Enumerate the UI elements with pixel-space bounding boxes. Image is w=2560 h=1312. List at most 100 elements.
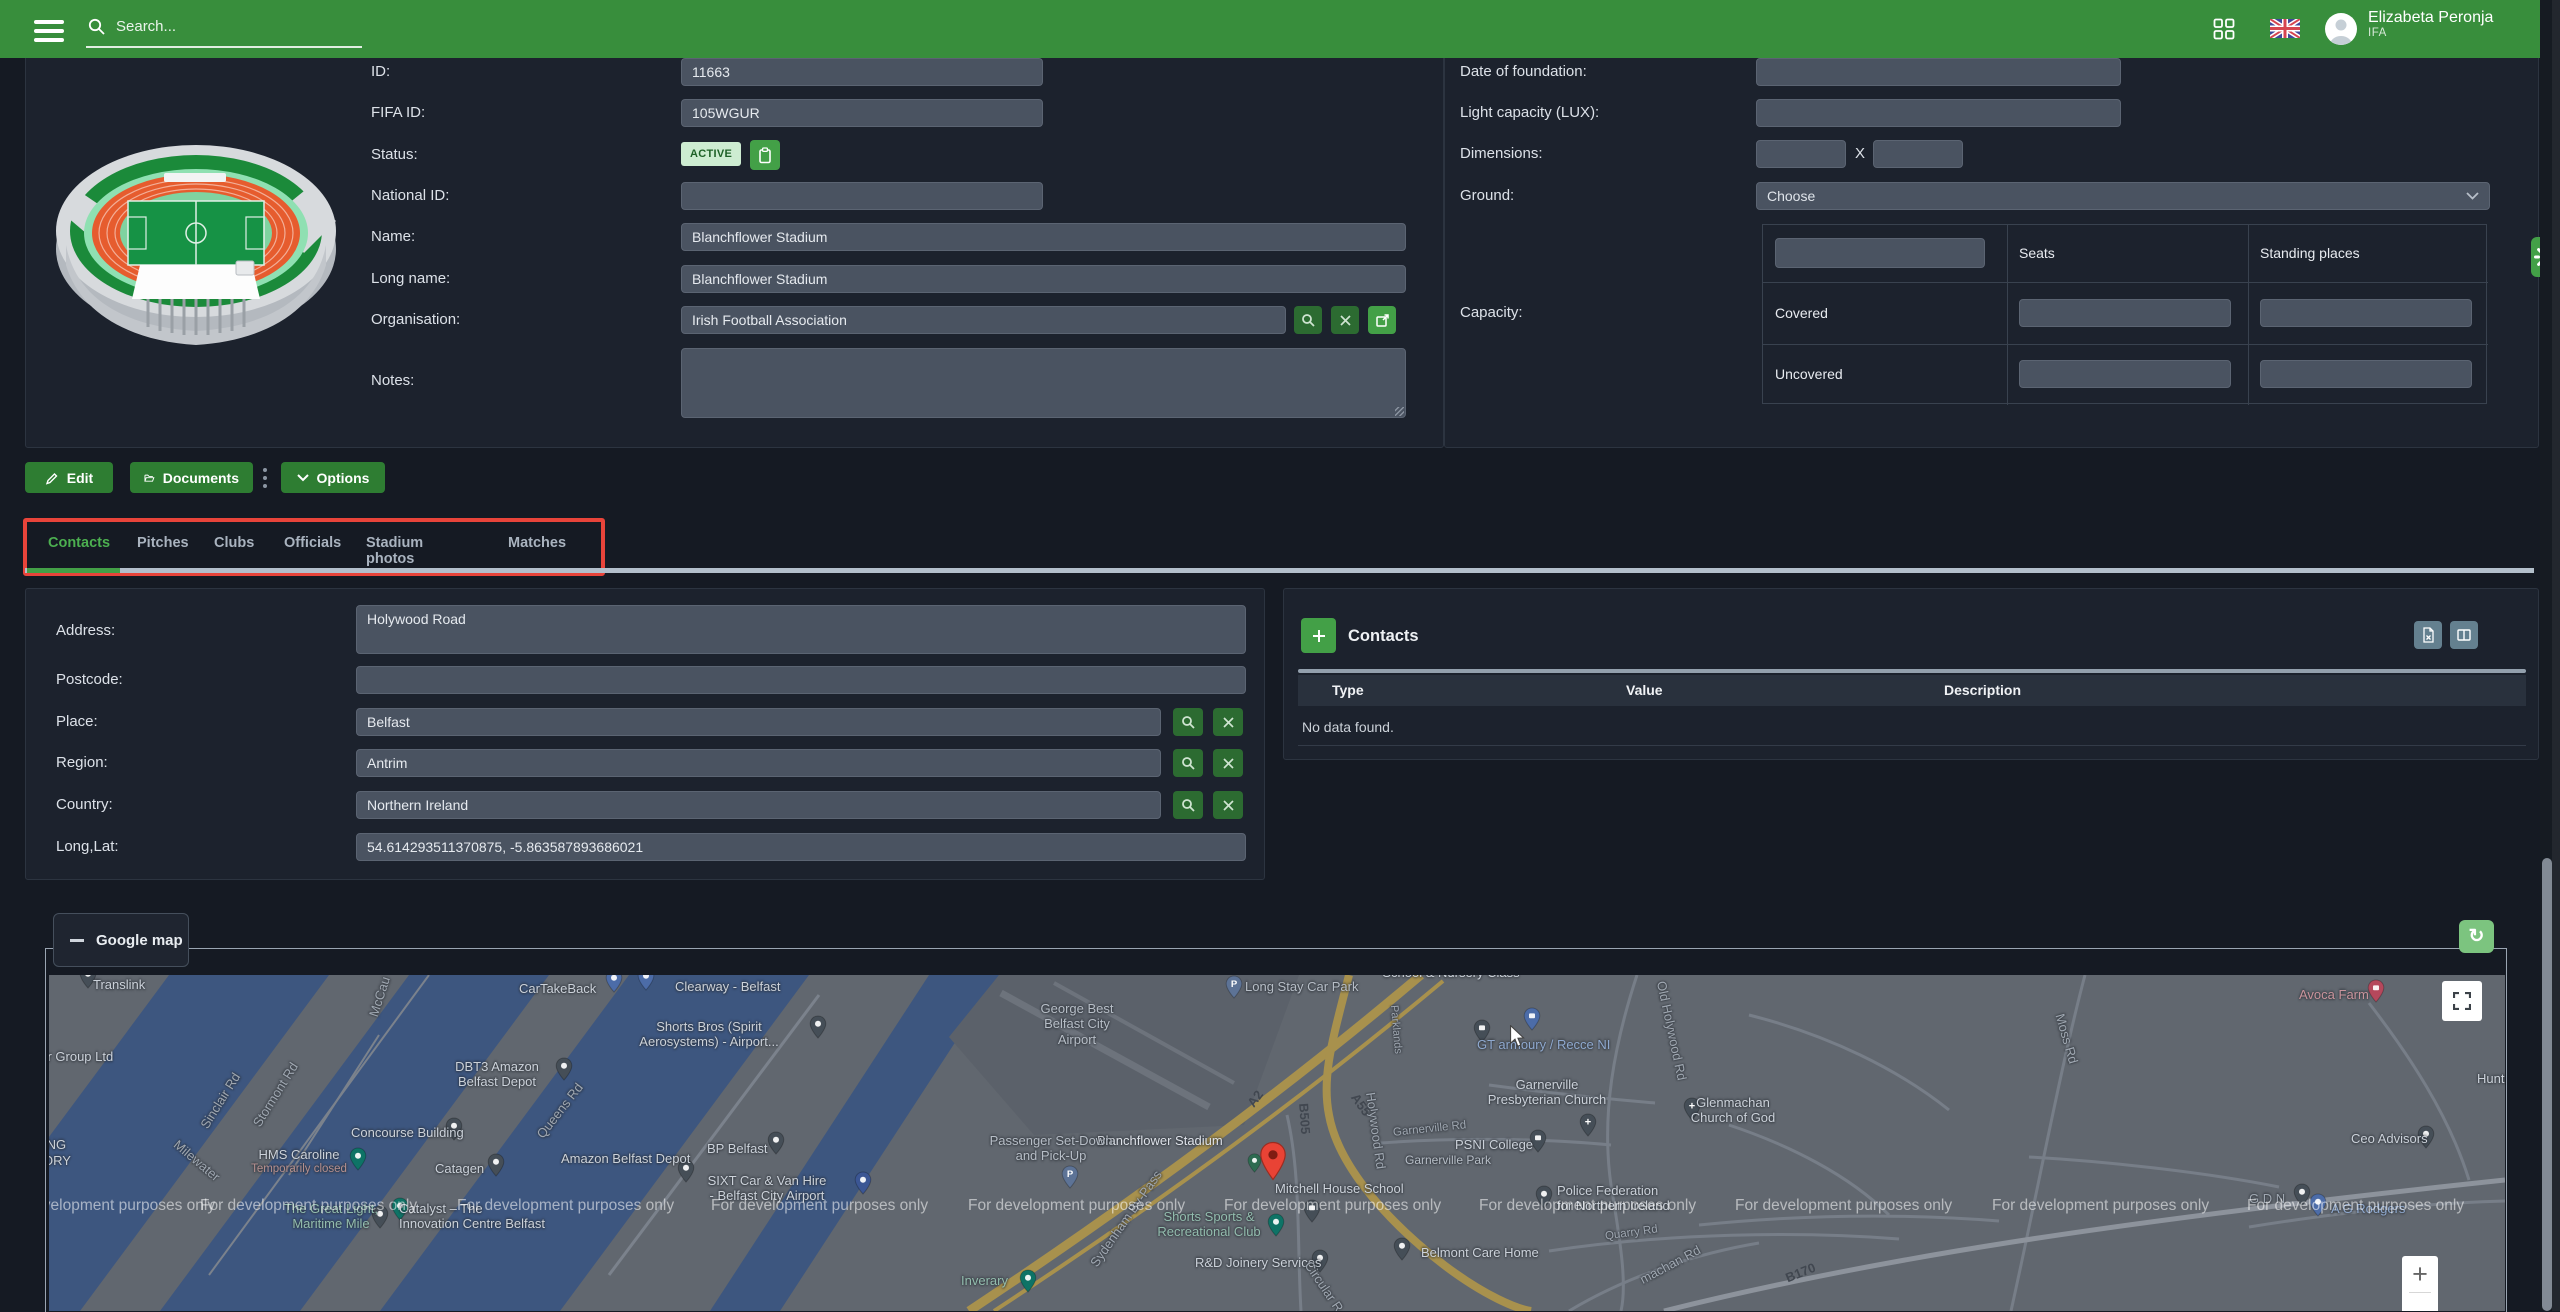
contacts-table-header: TypeValueDescription xyxy=(1298,675,2526,706)
dimensions-width-field[interactable] xyxy=(1756,140,1846,168)
uncovered-standing-field[interactable] xyxy=(2260,360,2472,388)
zoom-in-button[interactable]: + xyxy=(2402,1256,2438,1311)
apps-grid-icon xyxy=(2213,18,2235,40)
light-capacity-field[interactable] xyxy=(1756,99,2121,127)
search-icon xyxy=(1181,798,1195,812)
google-map[interactable]: P++P Translinkber Group LtdSinclair RdSt… xyxy=(49,975,2505,1311)
user-name[interactable]: Elizabeta Peronja xyxy=(2368,9,2493,27)
id-field[interactable] xyxy=(681,58,1043,86)
long-name-field[interactable] xyxy=(681,265,1406,293)
top-navbar: Search... Elizabeta Peronja IFA xyxy=(0,0,2560,58)
map-watermark: For development purposes only xyxy=(200,1197,417,1215)
person-icon xyxy=(2325,13,2357,45)
scrollbar-thumb[interactable] xyxy=(2542,858,2552,1311)
region-clear-button[interactable] xyxy=(1213,749,1243,777)
stadium-details-panel: ID: FIFA ID: Status: ACTIVE National ID:… xyxy=(25,28,1444,448)
close-icon xyxy=(1223,800,1234,811)
notes-field[interactable] xyxy=(681,348,1406,418)
map-watermark: For development purposes only xyxy=(2247,1197,2464,1215)
close-icon xyxy=(1223,758,1234,769)
status-label: Status: xyxy=(371,141,418,169)
add-contact-button[interactable] xyxy=(1301,618,1336,653)
fullscreen-button[interactable] xyxy=(2442,981,2482,1021)
search-box[interactable]: Search... xyxy=(86,10,362,48)
map-watermark: For development purposes only xyxy=(457,1197,674,1215)
uk-flag-icon xyxy=(2270,19,2300,38)
national-id-label: National ID: xyxy=(371,182,449,210)
export-excel-button[interactable] xyxy=(2414,621,2442,649)
kebab-menu[interactable] xyxy=(259,465,271,491)
foundation-field[interactable] xyxy=(1756,58,2121,86)
map-legend[interactable]: Google map xyxy=(53,913,189,967)
options-button[interactable]: Options xyxy=(281,462,385,493)
plus-icon xyxy=(1311,628,1327,644)
long-name-label: Long name: xyxy=(371,265,450,293)
tab-underline-active xyxy=(27,568,120,573)
place-field[interactable] xyxy=(356,708,1161,736)
language-flag-button[interactable] xyxy=(2270,19,2300,43)
longlat-field[interactable] xyxy=(356,833,1246,861)
fifa-id-field[interactable] xyxy=(681,99,1043,127)
uncovered-seats-field[interactable] xyxy=(2019,360,2231,388)
search-input[interactable]: Search... xyxy=(116,10,362,44)
map-marker[interactable] xyxy=(1259,1141,1287,1186)
columns-icon xyxy=(2457,629,2471,641)
table-scrollbar[interactable] xyxy=(1298,669,2526,673)
place-search-button[interactable] xyxy=(1173,708,1203,736)
search-icon xyxy=(1181,715,1195,729)
tab-matches[interactable]: Matches xyxy=(508,535,566,551)
dimensions-separator: X xyxy=(1855,140,1865,168)
map-watermark: For development purposes only xyxy=(1224,1197,1441,1215)
external-link-icon xyxy=(1376,314,1389,327)
region-label: Region: xyxy=(56,749,108,777)
columns-toggle-button[interactable] xyxy=(2450,621,2478,649)
collapse-icon[interactable] xyxy=(70,939,84,942)
tab-pitches[interactable]: Pitches xyxy=(137,535,189,551)
tab-contacts[interactable]: Contacts xyxy=(48,535,110,551)
organisation-field[interactable] xyxy=(681,306,1286,334)
organisation-search-button[interactable] xyxy=(1294,306,1322,334)
capacity-name-field[interactable] xyxy=(1775,238,1985,268)
dimensions-height-field[interactable] xyxy=(1873,140,1963,168)
close-icon xyxy=(1340,315,1351,326)
address-field[interactable]: Holywood Road xyxy=(356,605,1246,654)
clipboard-icon xyxy=(758,147,772,164)
region-search-button[interactable] xyxy=(1173,749,1203,777)
dimensions-label: Dimensions: xyxy=(1460,140,1543,168)
ground-label: Ground: xyxy=(1460,182,1514,210)
organisation-clear-button[interactable] xyxy=(1331,306,1359,334)
place-clear-button[interactable] xyxy=(1213,708,1243,736)
national-id-field[interactable] xyxy=(681,182,1043,210)
menu-button[interactable] xyxy=(34,20,64,42)
id-label: ID: xyxy=(371,58,390,86)
contacts-panel: Contacts TypeValueDescription No data fo… xyxy=(1283,588,2539,760)
covered-standing-field[interactable] xyxy=(2260,299,2472,327)
notes-resize-handle[interactable] xyxy=(1395,407,1404,416)
country-search-button[interactable] xyxy=(1173,791,1203,819)
table-row-divider xyxy=(1298,745,2526,746)
map-legend-label: Google map xyxy=(96,932,183,949)
region-field[interactable] xyxy=(356,749,1161,777)
name-field[interactable] xyxy=(681,223,1406,251)
tab-stadium-photos[interactable]: Stadium photos xyxy=(366,535,423,567)
map-refresh-button[interactable]: ↻ xyxy=(2459,920,2494,953)
postcode-field[interactable] xyxy=(356,666,1246,694)
organisation-label: Organisation: xyxy=(371,306,460,334)
apps-grid-button[interactable] xyxy=(2213,18,2235,45)
status-history-button[interactable] xyxy=(750,140,780,170)
covered-seats-field[interactable] xyxy=(2019,299,2231,327)
address-label: Address: xyxy=(56,617,115,645)
page-scrollbar[interactable] xyxy=(2540,0,2560,1311)
tab-clubs[interactable]: Clubs xyxy=(214,535,254,551)
map-watermark: For development purposes only xyxy=(49,1197,215,1215)
organisation-open-button[interactable] xyxy=(1368,306,1396,334)
ground-select[interactable]: Choose xyxy=(1756,182,2490,210)
tab-officials[interactable]: Officials xyxy=(284,535,341,551)
edit-button[interactable]: Edit xyxy=(25,462,113,493)
country-clear-button[interactable] xyxy=(1213,791,1243,819)
avatar[interactable] xyxy=(2325,13,2357,45)
capacity-row-uncovered: Uncovered xyxy=(1775,366,1843,382)
country-field[interactable] xyxy=(356,791,1161,819)
documents-button[interactable]: Documents xyxy=(130,462,253,493)
search-icon xyxy=(88,18,105,35)
